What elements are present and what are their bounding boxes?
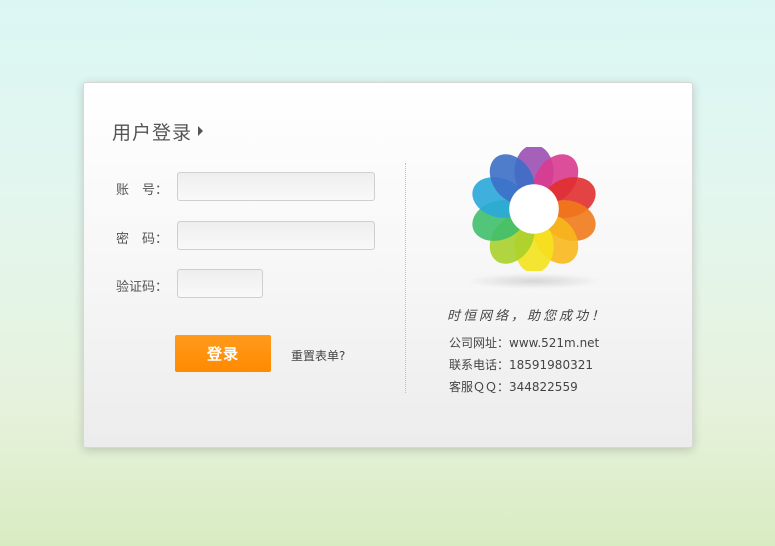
company-website: 公司网址：www.521m.net xyxy=(449,336,600,350)
triangle-right-icon xyxy=(198,126,204,136)
account-input[interactable] xyxy=(177,172,375,201)
captcha-label: 验证码： xyxy=(116,280,169,295)
password-label: 密 码： xyxy=(116,232,169,247)
company-phone: 联系电话：18591980321 xyxy=(449,358,593,372)
reset-form-link[interactable]: 重置表单? xyxy=(291,347,345,364)
login-button[interactable]: 登录 xyxy=(175,335,271,372)
account-label: 账 号： xyxy=(116,183,169,198)
page-title: 用户登录 xyxy=(112,118,204,145)
company-qq: 客服ＱＱ：344822559 xyxy=(449,380,578,394)
company-slogan: 时恒网络，助您成功！ xyxy=(447,309,608,324)
password-input[interactable] xyxy=(177,221,375,250)
login-card: 用户登录 账 号： 密 码： 验证码： 登录 重置表单? 时恒网络，助您成功！ … xyxy=(83,82,693,448)
captcha-input[interactable] xyxy=(177,269,263,298)
vertical-divider xyxy=(405,163,406,393)
page-title-text: 用户登录 xyxy=(112,122,193,144)
rainbow-swirl-logo-icon xyxy=(472,147,596,271)
logo-shadow xyxy=(466,273,602,289)
